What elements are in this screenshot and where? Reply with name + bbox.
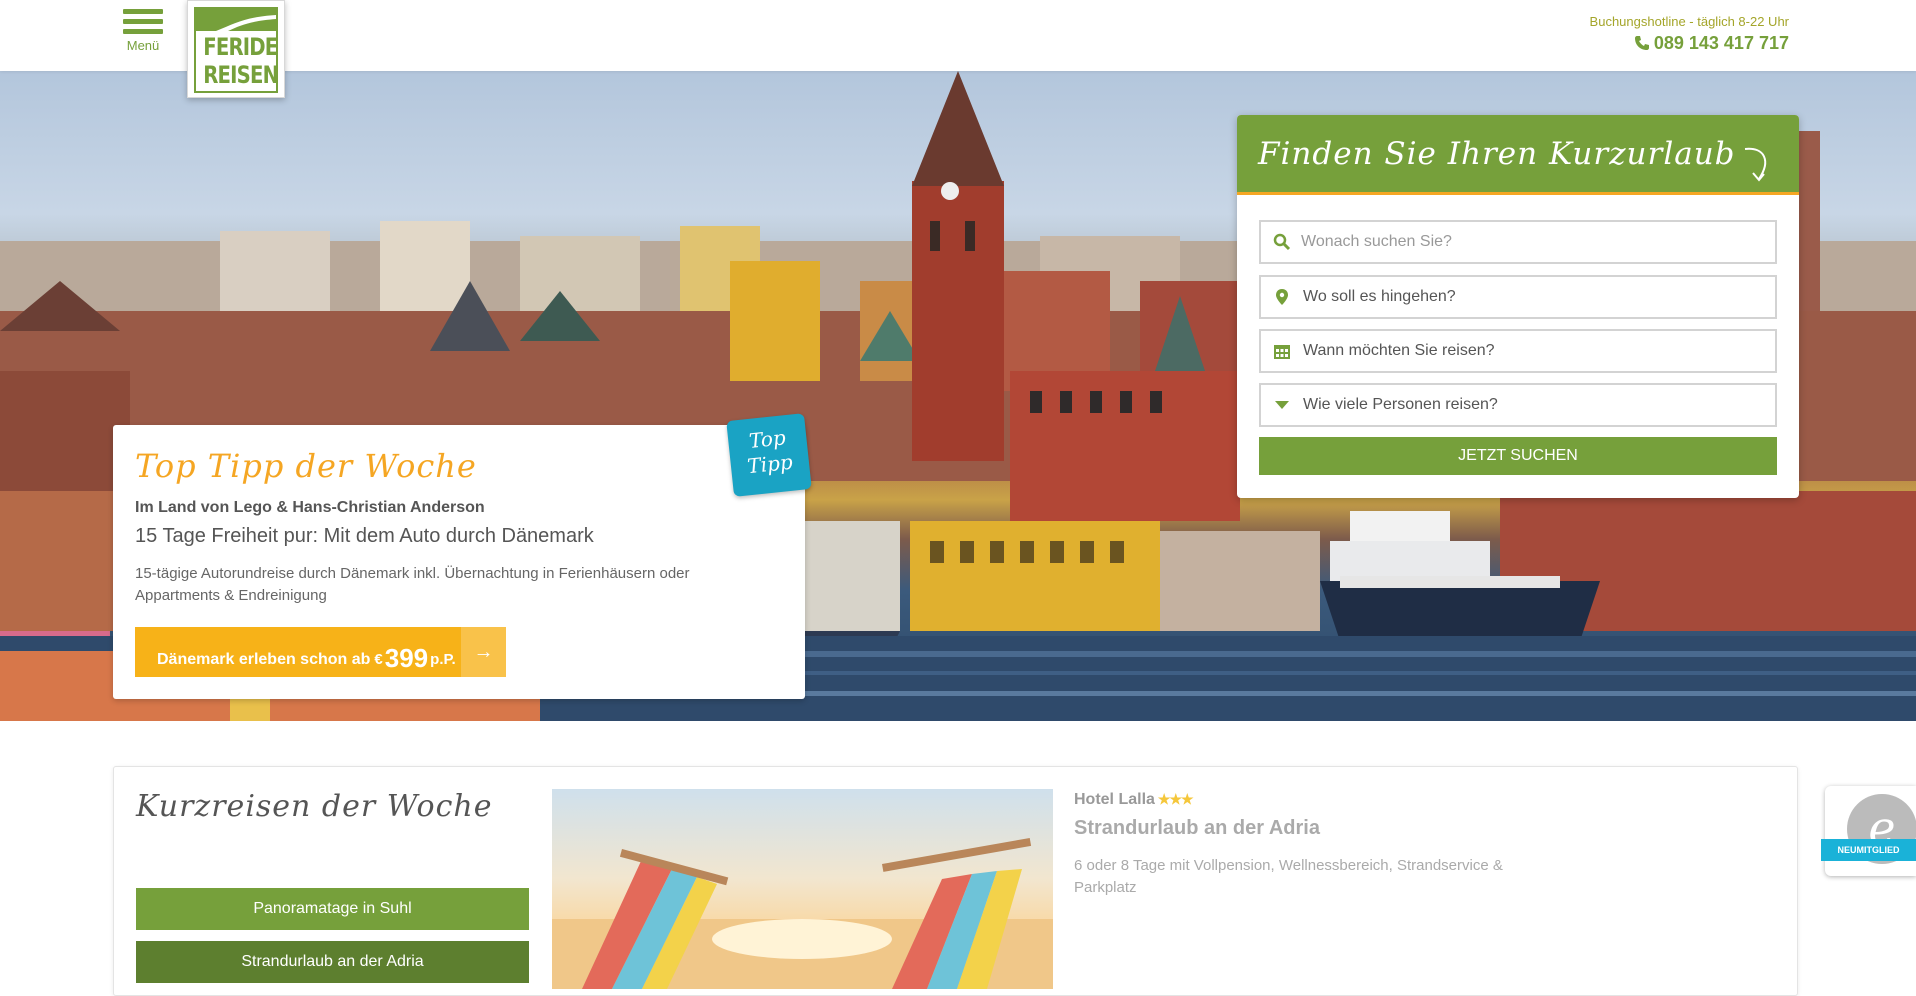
kurzreise-tab-adria[interactable]: Strandurlaub an der Adria [136, 941, 529, 983]
top-tip-cta-button[interactable]: Dänemark erleben schon ab €399 p.P. → [135, 627, 506, 677]
persons-label: Wie viele Personen reisen? [1303, 396, 1498, 413]
search-query-field[interactable] [1259, 220, 1777, 264]
site-header: Menü Buchungshotline - täglich 8-22 Uhr … [0, 0, 1916, 71]
kurzreise-tab-suhl[interactable]: Panoramatage in Suhl [136, 888, 529, 930]
kurzreisen-title: Kurzreisen der Woche [136, 789, 493, 824]
search-query-input[interactable] [1301, 230, 1761, 254]
search-box-header: Finden Sie Ihren Kurzurlaub [1237, 115, 1799, 195]
booking-hotline: Buchungshotline - täglich 8-22 Uhr 089 1… [1590, 14, 1789, 54]
seal-ribbon-label: NEUMITGLIED [1821, 839, 1916, 861]
map-pin-icon [1276, 289, 1288, 305]
cta-per-person: p.P. [430, 651, 456, 668]
search-box-title: Finden Sie Ihren Kurzurlaub [1258, 136, 1736, 172]
hotel-name-text: Hotel Lalla [1074, 791, 1155, 808]
logo-text-line1: FERIDE [203, 33, 278, 61]
star-rating-icon: ★★★ [1157, 791, 1194, 807]
top-tip-subtitle: Im Land von Lego & Hans-Christian Anders… [135, 499, 485, 516]
search-submit-button[interactable]: JETZT SUCHEN [1259, 437, 1777, 475]
member-seal-badge[interactable]: e NEUMITGLIED [1821, 786, 1916, 876]
travel-date-field[interactable]: Wann möchten Sie reisen? [1259, 329, 1777, 373]
top-tip-title: Top Tipp der Woche [135, 447, 477, 485]
hotline-phone-number: 089 143 417 717 [1653, 33, 1789, 53]
hotline-phone-link[interactable]: 089 143 417 717 [1590, 33, 1789, 54]
cta-text: Dänemark erleben schon ab €399 p.P. [157, 643, 456, 674]
persons-select[interactable]: Wie viele Personen reisen? [1259, 383, 1777, 427]
menu-button[interactable]: Menü [122, 9, 164, 53]
logo-text-line2: REISEN [203, 61, 279, 89]
arrow-right-icon: → [461, 627, 506, 677]
destination-label: Wo soll es hingehen? [1303, 288, 1456, 305]
cta-label: Dänemark erleben schon ab [157, 651, 371, 668]
curved-arrow-icon [1744, 147, 1767, 182]
hero-image-helsingborg: Top Tipp der Woche Im Land von Lego & Ha… [0, 71, 1916, 721]
hamburger-icon-bar [123, 29, 163, 34]
travel-date-label: Wann möchten Sie reisen? [1303, 342, 1495, 359]
cta-price: 399 [384, 643, 429, 673]
top-tipp-badge: Top Tipp [726, 413, 812, 497]
hamburger-icon [123, 9, 163, 14]
beach-deckchairs-image[interactable] [552, 789, 1053, 989]
top-tip-card: Top Tipp der Woche Im Land von Lego & Ha… [113, 413, 812, 699]
kurzurlaub-search-box: Finden Sie Ihren Kurzurlaub Wo soll es h… [1237, 115, 1799, 498]
feride-reisen-logo[interactable]: FERIDE REISEN [187, 0, 285, 98]
calendar-icon [1274, 345, 1290, 359]
hamburger-icon-bar [123, 19, 163, 24]
logo-road-graphic [196, 9, 276, 31]
caret-down-icon [1275, 401, 1289, 409]
cta-currency: € [374, 651, 383, 668]
offer-description: 6 oder 8 Tage mit Vollpension, Wellnessb… [1074, 857, 1503, 896]
logo-frame: FERIDE REISEN [194, 7, 279, 93]
hotel-name: Hotel Lalla ★★★ [1074, 791, 1194, 809]
phone-icon [1634, 36, 1649, 50]
deckchair-illustration [552, 837, 1053, 989]
hotline-label: Buchungshotline - täglich 8-22 Uhr [1589, 14, 1789, 29]
menu-label: Menü [126, 38, 160, 53]
search-icon [1273, 233, 1291, 251]
destination-field[interactable]: Wo soll es hingehen? [1259, 275, 1777, 319]
offer-headline[interactable]: Strandurlaub an der Adria [1074, 817, 1320, 840]
kurzreisen-section: Kurzreisen der Woche Panoramatage in Suh… [113, 766, 1798, 996]
top-tip-headline[interactable]: 15 Tage Freiheit pur: Mit dem Auto durch… [135, 525, 594, 548]
top-tip-description: 15-tägige Autorundreise durch Dänemark i… [135, 565, 690, 604]
